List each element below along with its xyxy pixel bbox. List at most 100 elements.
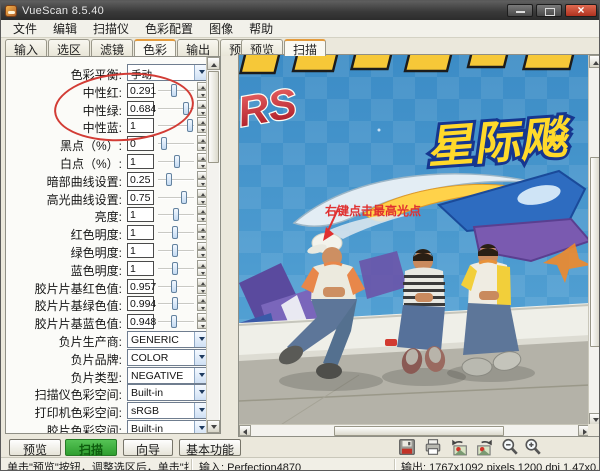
setting-label: 高光曲线设置:: [6, 191, 122, 208]
window-title: VueScan 8.5.40: [22, 5, 504, 17]
slider-thumb[interactable]: [171, 280, 177, 293]
setting-value-input[interactable]: 1: [127, 243, 154, 258]
setting-slider[interactable]: [158, 225, 194, 240]
close-icon[interactable]: [565, 4, 597, 17]
tab-输出[interactable]: 输出: [177, 39, 219, 56]
setting-label: 胶片片基红色值:: [6, 280, 122, 297]
setting-value-input[interactable]: 0.948: [127, 314, 154, 329]
setting-value-input[interactable]: 0.994: [127, 296, 154, 311]
status-separator: [394, 459, 396, 471]
zoom-out-icon[interactable]: [501, 438, 519, 456]
setting-select[interactable]: NEGATIVE: [127, 367, 209, 384]
setting-slider[interactable]: [158, 83, 194, 98]
tab-输入[interactable]: 输入: [5, 39, 47, 56]
setting-label: 亮度:: [6, 208, 122, 225]
slider-thumb[interactable]: [181, 191, 187, 204]
setting-slider[interactable]: [158, 243, 194, 258]
setting-select[interactable]: Built-in: [127, 384, 209, 401]
setting-slider[interactable]: [158, 136, 194, 151]
image-vscrollbar[interactable]: [588, 55, 600, 426]
rotate-left-icon[interactable]: [450, 438, 468, 456]
setting-slider[interactable]: [158, 207, 194, 222]
scrollbar-thumb[interactable]: [334, 426, 504, 436]
scroll-left-icon[interactable]: [239, 425, 251, 436]
slider-thumb[interactable]: [171, 84, 177, 97]
setting-value-input[interactable]: 0.25: [127, 172, 154, 187]
menu-item-色彩配置[interactable]: 色彩配置: [137, 19, 201, 38]
setting-value-input[interactable]: 0.957: [127, 279, 154, 294]
setting-value-input[interactable]: 0.684: [127, 101, 154, 116]
setting-slider[interactable]: [158, 101, 194, 116]
setting-slider[interactable]: [158, 261, 194, 276]
tab-滤镜[interactable]: 滤镜: [91, 39, 133, 56]
setting-slider[interactable]: [158, 190, 194, 205]
预览-button[interactable]: 预览: [9, 439, 61, 456]
scanned-photo[interactable]: RS 星际飚: [239, 55, 590, 426]
action-row: 预览扫描向导基本功能: [1, 437, 600, 457]
menu-item-文件[interactable]: 文件: [5, 19, 45, 38]
zoom-in-icon[interactable]: [524, 438, 542, 456]
minimize-icon[interactable]: [507, 4, 533, 17]
slider-thumb[interactable]: [174, 155, 180, 168]
image-hscrollbar[interactable]: [239, 424, 590, 436]
slider-thumb[interactable]: [166, 173, 172, 186]
setting-select[interactable]: COLOR: [127, 349, 209, 366]
setting-value-input[interactable]: 1: [127, 207, 154, 222]
scroll-up-icon[interactable]: [207, 57, 220, 70]
menu-item-图像[interactable]: 图像: [201, 19, 241, 38]
基本功能-button[interactable]: 基本功能: [179, 439, 241, 456]
menu-item-扫描仪[interactable]: 扫描仪: [85, 19, 137, 38]
slider-thumb[interactable]: [183, 102, 189, 115]
setting-row: 绿色明度: 1: [6, 242, 220, 260]
tab-扫描[interactable]: 扫描: [284, 39, 326, 56]
setting-slider[interactable]: [158, 279, 194, 294]
setting-select[interactable]: GENERIC: [127, 331, 209, 348]
slider-thumb[interactable]: [172, 226, 178, 239]
save-icon[interactable]: [398, 438, 416, 456]
maximize-icon[interactable]: [536, 4, 562, 17]
scrollbar-thumb[interactable]: [590, 157, 600, 347]
扫描-button[interactable]: 扫描: [65, 439, 117, 456]
slider-thumb[interactable]: [187, 119, 193, 132]
settings-scrollbar[interactable]: [206, 57, 219, 433]
slider-thumb[interactable]: [171, 315, 177, 328]
setting-label: 绿色明度:: [6, 244, 122, 261]
workspace: 输入选区滤镜色彩输出预置 色彩平衡:手动中性红:0.291中性绿:0.684中性…: [1, 38, 600, 437]
settings-tabstrip: 输入选区滤镜色彩输出预置: [5, 39, 263, 56]
billboard-text: 星际飚: [427, 112, 574, 173]
menu-item-帮助[interactable]: 帮助: [241, 19, 281, 38]
向导-button[interactable]: 向导: [123, 439, 173, 456]
print-icon[interactable]: [424, 438, 442, 456]
slider-thumb[interactable]: [172, 262, 178, 275]
tab-色彩[interactable]: 色彩: [134, 39, 176, 56]
setting-select[interactable]: sRGB: [127, 402, 209, 419]
setting-select[interactable]: Built-in: [127, 420, 209, 434]
setting-value-input[interactable]: 0.75: [127, 190, 154, 205]
slider-thumb[interactable]: [172, 297, 178, 310]
select-value: COLOR: [131, 352, 168, 364]
setting-slider[interactable]: [158, 118, 194, 133]
slider-thumb[interactable]: [173, 208, 179, 221]
rotate-right-icon[interactable]: [476, 438, 494, 456]
setting-slider[interactable]: [158, 314, 194, 329]
slider-thumb[interactable]: [172, 244, 178, 257]
tab-选区[interactable]: 选区: [48, 39, 90, 56]
setting-value-input[interactable]: 0: [127, 136, 154, 151]
setting-select[interactable]: 手动: [127, 64, 209, 81]
setting-value-input[interactable]: 1: [127, 225, 154, 240]
setting-label: 中性绿:: [6, 102, 122, 119]
setting-value-input[interactable]: 1: [127, 118, 154, 133]
scroll-down-icon[interactable]: [207, 420, 220, 433]
setting-value-input[interactable]: 1: [127, 261, 154, 276]
setting-slider[interactable]: [158, 296, 194, 311]
setting-label: 黑点（%）:: [6, 137, 122, 154]
setting-value-input[interactable]: 0.291: [127, 83, 154, 98]
setting-slider[interactable]: [158, 172, 194, 187]
scroll-up-icon[interactable]: [589, 55, 600, 68]
menu-item-编辑[interactable]: 编辑: [45, 19, 85, 38]
setting-slider[interactable]: [158, 154, 194, 169]
setting-value-input[interactable]: 1: [127, 154, 154, 169]
scrollbar-thumb[interactable]: [208, 71, 219, 163]
slider-thumb[interactable]: [161, 137, 167, 150]
status-input: 输入: Perfection4870: [199, 459, 391, 471]
